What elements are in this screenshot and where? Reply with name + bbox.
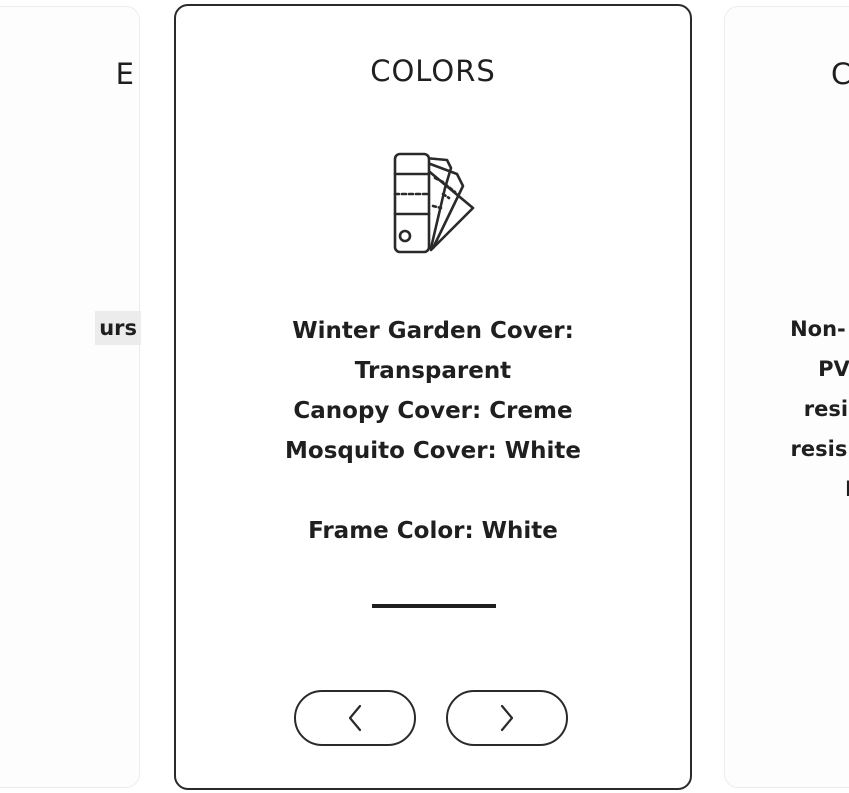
color-swatch-fan-icon bbox=[385, 148, 485, 260]
card-text-line: Non- bbox=[790, 317, 846, 341]
carousel-card-previous[interactable]: E urs bbox=[0, 6, 141, 788]
divider bbox=[372, 604, 496, 608]
card-text-line: PV bbox=[818, 357, 849, 381]
carousel-card-next[interactable]: C Non- PV resi resis I bbox=[724, 6, 849, 788]
cover-color-line: Canopy Cover: Creme bbox=[293, 398, 573, 424]
card-text-line: I bbox=[845, 477, 849, 501]
cover-color-line: Mosquito Cover: White bbox=[285, 438, 581, 464]
cover-color-line: Transparent bbox=[354, 358, 512, 384]
carousel: E urs C Non- PV resi resis I COLORS Wint… bbox=[0, 0, 849, 793]
card-text-line: resis bbox=[790, 437, 848, 461]
card-title: COLORS bbox=[370, 54, 496, 88]
carousel-card-colors: COLORS Winter Garden Cover: Transparent … bbox=[174, 4, 692, 790]
card-text-line: resi bbox=[803, 397, 849, 421]
card-title: C bbox=[831, 57, 849, 91]
cover-color-line: Winter Garden Cover: bbox=[292, 318, 574, 344]
next-button[interactable] bbox=[446, 690, 568, 746]
chevron-right-icon bbox=[500, 704, 514, 732]
previous-button[interactable] bbox=[294, 690, 416, 746]
chevron-left-icon bbox=[348, 704, 362, 732]
frame-color-text: Frame Color: White bbox=[308, 518, 558, 544]
cover-colors-list: Winter Garden Cover: Transparent Canopy … bbox=[176, 311, 690, 471]
card-text: urs bbox=[95, 311, 141, 345]
card-text: Non- PV resi resis I bbox=[779, 309, 849, 509]
card-title: E bbox=[115, 57, 135, 91]
